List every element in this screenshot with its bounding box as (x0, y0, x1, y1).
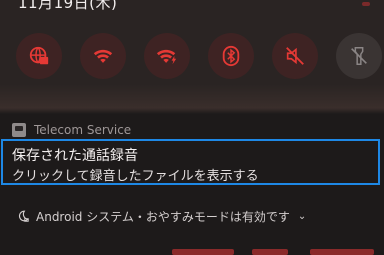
notification-text: クリックして録音したファイルを表示する (12, 169, 259, 184)
status-date: 11月19日(木) (18, 0, 118, 12)
partially-visible-actions (160, 247, 384, 255)
tile-sound[interactable] (272, 33, 318, 79)
ethernet-globe-icon (29, 46, 49, 65)
dnd-banner[interactable]: Android システム・おやすみモードは有効です ⌄ (16, 207, 306, 225)
notification-card[interactable]: 保存された通話録音 クリックして録音したファイルを表示する (1, 139, 380, 185)
telecom-app-icon (12, 123, 26, 137)
bluetooth-icon (222, 45, 240, 67)
tile-wifi[interactable] (80, 33, 126, 79)
wifi-icon (93, 49, 113, 63)
tile-flashlight[interactable] (336, 33, 382, 79)
dnd-banner-text: Android システム・おやすみモードは有効です (36, 209, 290, 224)
status-indicator (362, 2, 370, 6)
notification-title: 保存された通話録音 (12, 148, 138, 164)
moon-icon (18, 210, 29, 222)
tile-bluetooth[interactable] (208, 33, 254, 79)
panel-divider-shadow (0, 108, 384, 114)
tile-ethernet[interactable] (16, 33, 62, 79)
wifi-calling-icon (156, 49, 177, 65)
quick-settings-panel: 11月19日(木) (0, 0, 384, 108)
tile-wifi-calling[interactable] (144, 33, 190, 79)
notification-header: Telecom Service (12, 122, 131, 138)
chevron-down-icon: ⌄ (297, 210, 307, 222)
volume-muted-icon (286, 47, 304, 65)
flashlight-off-icon (351, 47, 367, 65)
notification-app-name: Telecom Service (34, 123, 132, 137)
